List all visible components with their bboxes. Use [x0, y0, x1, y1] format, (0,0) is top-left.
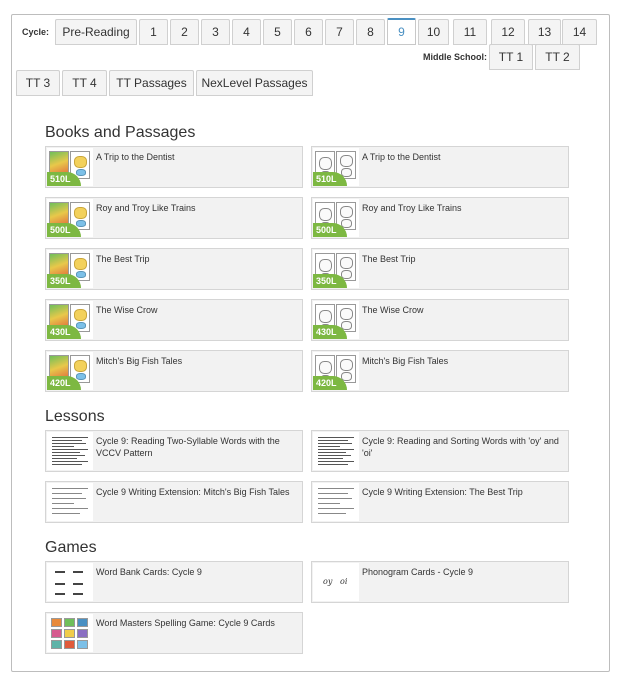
lesson-card[interactable]: Cycle 9 Writing Extension: Mitch's Big F…	[45, 481, 303, 523]
card-title: Mitch's Big Fish Tales	[362, 356, 449, 366]
tab-cycle-4[interactable]: 4	[232, 19, 261, 45]
game-card[interactable]: Word Masters Spelling Game: Cycle 9 Card…	[45, 612, 303, 654]
thumbnail: 430L	[313, 301, 359, 339]
thumbnail: 350L	[313, 250, 359, 288]
tab-cycle-7[interactable]: 7	[325, 19, 354, 45]
thumbnail: 500L	[313, 199, 359, 237]
card-title: Cycle 9 Writing Extension: The Best Trip	[362, 487, 523, 497]
thumbnail: 510L	[313, 148, 359, 186]
card-title: Cycle 9: Reading Two-Syllable Words with…	[96, 436, 280, 458]
cycle-label: Cycle:	[22, 27, 50, 37]
card-title: Roy and Troy Like Trains	[362, 203, 462, 213]
card-title: The Best Trip	[96, 254, 150, 264]
tab-tt-1[interactable]: TT 1	[489, 44, 533, 70]
word-cards-image	[49, 565, 91, 599]
tab-cycle-pre-reading[interactable]: Pre-Reading	[55, 19, 137, 45]
book-card[interactable]: 350L The Best Trip	[311, 248, 569, 290]
tab-cycle-14[interactable]: 14	[562, 19, 597, 45]
book-card[interactable]: 420L Mitch's Big Fish Tales	[311, 350, 569, 392]
card-title: The Wise Crow	[362, 305, 424, 315]
thumbnail: 420L	[313, 352, 359, 390]
lesson-card[interactable]: Cycle 9: Reading and Sorting Words with …	[311, 430, 569, 472]
book-card[interactable]: 500L Roy and Troy Like Trains	[311, 197, 569, 239]
worksheet-image	[315, 485, 357, 519]
card-title: The Wise Crow	[96, 305, 158, 315]
lesson-card[interactable]: Cycle 9: Reading Two-Syllable Words with…	[45, 430, 303, 472]
tab-cycle-13[interactable]: 13	[528, 19, 561, 45]
tab-nexlevel-passages[interactable]: NexLevel Passages	[196, 70, 313, 96]
game-card[interactable]: oy oi Phonogram Cards - Cycle 9	[311, 561, 569, 603]
thumbnail	[47, 614, 93, 652]
lesson-card[interactable]: Cycle 9 Writing Extension: The Best Trip	[311, 481, 569, 523]
tab-cycle-5[interactable]: 5	[263, 19, 292, 45]
book-card[interactable]: 430L The Wise Crow	[45, 299, 303, 341]
phonogram-oy: oy	[323, 577, 333, 586]
book-card[interactable]: 500L Roy and Troy Like Trains	[45, 197, 303, 239]
tab-tt-3[interactable]: TT 3	[16, 70, 60, 96]
thumbnail: 430L	[47, 301, 93, 339]
card-title: Word Bank Cards: Cycle 9	[96, 567, 202, 577]
book-card[interactable]: 510L A Trip to the Dentist	[45, 146, 303, 188]
thumbnail	[47, 432, 93, 470]
thumbnail	[47, 483, 93, 521]
middle-school-label: Middle School:	[423, 52, 487, 62]
section-title-lessons: Lessons	[45, 408, 105, 425]
book-card[interactable]: 510L A Trip to the Dentist	[311, 146, 569, 188]
tab-cycle-9[interactable]: 9	[387, 18, 416, 45]
thumbnail: 350L	[47, 250, 93, 288]
worksheet-image	[49, 434, 91, 468]
tab-cycle-3[interactable]: 3	[201, 19, 230, 45]
worksheet-image	[315, 434, 357, 468]
tab-cycle-11[interactable]: 11	[453, 19, 487, 45]
thumbnail: 510L	[47, 148, 93, 186]
card-title: Cycle 9 Writing Extension: Mitch's Big F…	[96, 487, 290, 497]
card-title: Phonogram Cards - Cycle 9	[362, 567, 474, 577]
thumbnail	[313, 432, 359, 470]
phonogram-cards-image: oy oi	[315, 565, 357, 599]
card-title: A Trip to the Dentist	[362, 152, 441, 162]
tab-cycle-6[interactable]: 6	[294, 19, 323, 45]
tab-cycle-12[interactable]: 12	[491, 19, 525, 45]
section-title-games: Games	[45, 539, 97, 556]
tab-cycle-1[interactable]: 1	[139, 19, 168, 45]
section-title-books: Books and Passages	[45, 124, 196, 141]
tab-cycle-2[interactable]: 2	[170, 19, 199, 45]
card-title: Word Masters Spelling Game: Cycle 9 Card…	[96, 618, 275, 628]
card-title: A Trip to the Dentist	[96, 152, 175, 162]
card-title: The Best Trip	[362, 254, 416, 264]
phonogram-oi: oi	[340, 577, 348, 586]
book-card[interactable]: 350L The Best Trip	[45, 248, 303, 290]
book-card[interactable]: 430L The Wise Crow	[311, 299, 569, 341]
thumbnail	[313, 483, 359, 521]
game-cards-image	[49, 616, 91, 650]
tab-tt-4[interactable]: TT 4	[62, 70, 107, 96]
tab-cycle-8[interactable]: 8	[356, 19, 385, 45]
thumbnail: 420L	[47, 352, 93, 390]
worksheet-image	[49, 485, 91, 519]
tab-tt-2[interactable]: TT 2	[535, 44, 580, 70]
card-title: Cycle 9: Reading and Sorting Words with …	[362, 436, 559, 458]
card-title: Mitch's Big Fish Tales	[96, 356, 183, 366]
tab-tt-passages[interactable]: TT Passages	[109, 70, 194, 96]
tab-cycle-10[interactable]: 10	[418, 19, 449, 45]
book-card[interactable]: 420L Mitch's Big Fish Tales	[45, 350, 303, 392]
thumbnail: oy oi	[313, 563, 359, 601]
card-title: Roy and Troy Like Trains	[96, 203, 196, 213]
thumbnail: 500L	[47, 199, 93, 237]
thumbnail	[47, 563, 93, 601]
game-card[interactable]: Word Bank Cards: Cycle 9	[45, 561, 303, 603]
